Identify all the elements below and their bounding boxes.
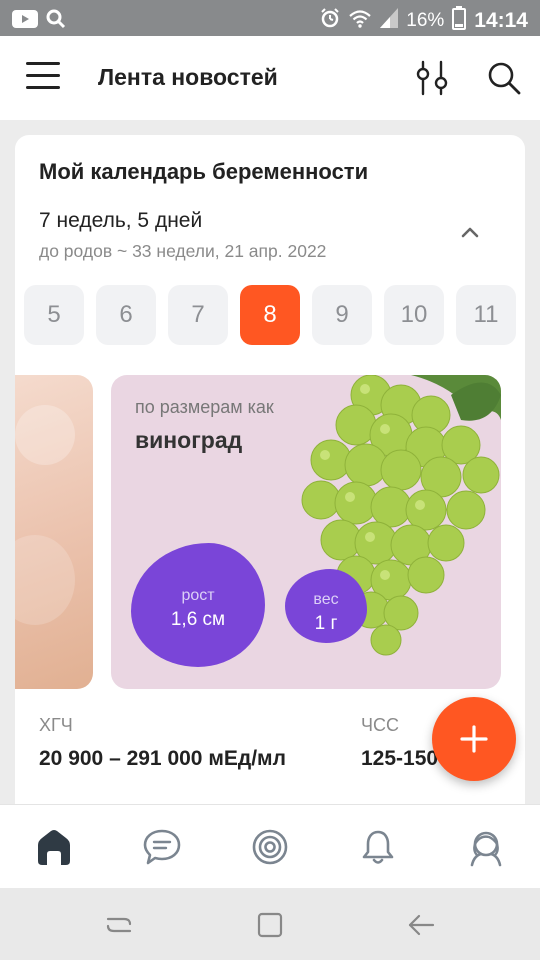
pregnancy-term: 7 недель, 5 дней bbox=[39, 209, 203, 232]
wifi-icon bbox=[348, 8, 372, 34]
weight-value: 1 г bbox=[314, 613, 338, 634]
due-date: до родов ~ 33 недели, 21 апр. 2022 bbox=[39, 241, 327, 261]
search-icon bbox=[46, 9, 66, 34]
page-title: Лента новостей bbox=[98, 64, 278, 90]
week-11[interactable]: 11 bbox=[456, 285, 516, 345]
battery-percent: 16% bbox=[406, 10, 445, 31]
bottom-navigation bbox=[0, 804, 540, 888]
height-badge: рост 1,6 см bbox=[131, 543, 265, 667]
card-title: Мой календарь беременности bbox=[39, 159, 369, 184]
plus-icon bbox=[460, 725, 488, 753]
recent-apps-icon[interactable] bbox=[104, 910, 134, 940]
week-selector: 5 6 7 8 9 10 11 bbox=[24, 285, 516, 345]
height-label: рост bbox=[181, 587, 215, 604]
week-5[interactable]: 5 bbox=[24, 285, 84, 345]
battery-icon bbox=[452, 6, 467, 36]
weight-label: вес bbox=[313, 591, 339, 608]
filter-icon[interactable] bbox=[412, 58, 452, 98]
weight-badge: вес 1 г bbox=[285, 569, 367, 643]
week-10[interactable]: 10 bbox=[384, 285, 444, 345]
height-value: 1,6 см bbox=[170, 609, 226, 630]
fruit-name: виноград bbox=[135, 427, 243, 453]
youtube-icon bbox=[12, 10, 38, 33]
previous-slide[interactable] bbox=[15, 375, 93, 689]
status-bar: 16% 14:14 bbox=[0, 0, 540, 36]
week-8-selected[interactable]: 8 bbox=[240, 285, 300, 345]
back-icon[interactable] bbox=[406, 910, 436, 940]
chevron-up-icon[interactable] bbox=[455, 217, 485, 247]
app-bar: Лента новостей bbox=[0, 36, 540, 120]
bell-icon[interactable] bbox=[358, 827, 398, 867]
heart-rate-label: ЧСС bbox=[361, 715, 399, 735]
signal-icon bbox=[380, 8, 399, 34]
add-button[interactable] bbox=[432, 697, 516, 781]
hcg-value: 20 900 – 291 000 мЕд/мл bbox=[39, 747, 286, 770]
chat-icon[interactable] bbox=[142, 827, 182, 867]
home-button-icon[interactable] bbox=[255, 910, 285, 940]
alarm-icon bbox=[320, 8, 340, 34]
heart-rate-value: 125-150 bbox=[361, 747, 439, 770]
pregnancy-calendar-card[interactable]: Мой календарь беременности 7 недель, 5 д… bbox=[15, 135, 525, 804]
size-label: по размерам как bbox=[135, 397, 274, 417]
week-6[interactable]: 6 bbox=[96, 285, 156, 345]
hcg-label: ХГЧ bbox=[39, 715, 73, 735]
home-icon[interactable] bbox=[34, 827, 74, 867]
menu-icon[interactable] bbox=[26, 62, 60, 94]
week-9[interactable]: 9 bbox=[312, 285, 372, 345]
target-icon[interactable] bbox=[250, 827, 290, 867]
profile-icon[interactable] bbox=[466, 827, 506, 867]
status-time: 14:14 bbox=[474, 9, 528, 32]
system-navigation-bar bbox=[0, 888, 540, 960]
week-7[interactable]: 7 bbox=[168, 285, 228, 345]
fetus-size-slide[interactable]: по размерам как виноград рост 1,6 см вес… bbox=[111, 375, 501, 689]
search-icon[interactable] bbox=[484, 58, 524, 98]
